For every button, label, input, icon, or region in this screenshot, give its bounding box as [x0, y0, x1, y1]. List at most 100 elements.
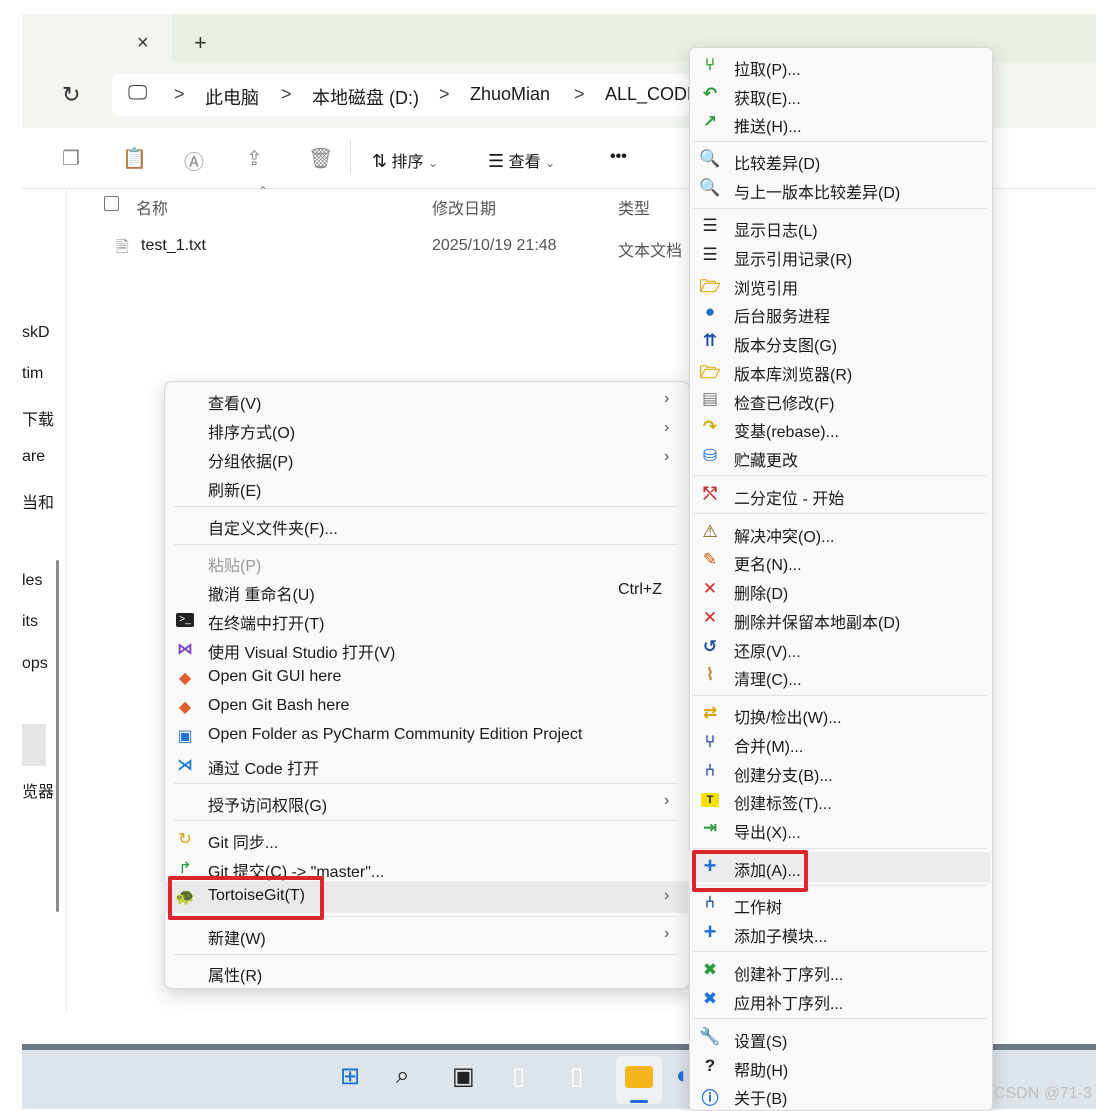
- close-tab-icon[interactable]: ×: [137, 32, 149, 55]
- menu-item-properties[interactable]: 属性(R): [164, 958, 688, 986]
- more-options-button[interactable]: •••: [610, 148, 627, 166]
- breadcrumb-local-disk[interactable]: 本地磁盘 (D:): [312, 84, 419, 110]
- submenu-item-cleanup[interactable]: ⌇ 清理(C)...: [689, 662, 991, 690]
- breadcrumb-zhuomian[interactable]: ZhuoMian: [470, 84, 550, 105]
- diff-previous-icon: 🔍: [699, 178, 721, 197]
- submenu-item-label: 设置(S): [734, 1034, 788, 1051]
- submenu-item-worktree[interactable]: ⑃ 工作树: [689, 890, 991, 918]
- submenu-item-add-submodule[interactable]: + 添加子模块...: [689, 919, 991, 947]
- sidebar-item[interactable]: ops: [22, 655, 48, 673]
- menu-item-open-terminal[interactable]: >_ 在终端中打开(T): [164, 606, 688, 634]
- copy-icon[interactable]: ❐: [62, 146, 80, 171]
- check-modifications-icon: ▤: [701, 389, 719, 408]
- rename-icon[interactable]: Ⓐ: [184, 146, 204, 175]
- sidebar-item[interactable]: les: [22, 572, 42, 590]
- submenu-item-browse-refs[interactable]: 🗁 浏览引用: [689, 271, 991, 299]
- menu-item-open-pycharm[interactable]: ▣ Open Folder as PyCharm Community Editi…: [164, 722, 688, 750]
- submenu-item-repo-browser[interactable]: 🗁 版本库浏览器(R): [689, 357, 991, 385]
- submenu-item-check-modifications[interactable]: ▤ 检查已修改(F): [689, 386, 991, 414]
- menu-item-group-by[interactable]: 分组依据(P) ›: [164, 444, 688, 472]
- delete-icon[interactable]: 🗑: [308, 146, 333, 171]
- submenu-item-revert[interactable]: ↺ 还原(V)...: [689, 634, 991, 662]
- menu-item-sort[interactable]: 排序方式(O) ›: [164, 415, 688, 443]
- submenu-item-settings[interactable]: 🔧 设置(S): [689, 1024, 991, 1052]
- sidebar-item[interactable]: its: [22, 613, 38, 631]
- chevron-right-icon: ›: [664, 390, 670, 407]
- submenu-item-show-log[interactable]: ☰ 显示日志(L): [689, 213, 991, 241]
- menu-item-grant-access[interactable]: 授予访问权限(G) ›: [164, 788, 688, 816]
- breadcrumb-all-code[interactable]: ALL_CODE: [605, 84, 699, 105]
- taskbar-active-app[interactable]: [616, 1056, 662, 1104]
- submenu-item-create-patch[interactable]: ✖ 创建补丁序列...: [689, 957, 991, 985]
- task-view-icon[interactable]: ▣: [452, 1062, 475, 1091]
- sidebar-item[interactable]: are: [22, 448, 45, 466]
- view-button[interactable]: ☰ 查看 ⌄: [488, 148, 555, 172]
- submenu-item-rename[interactable]: ✎ 更名(N)...: [689, 547, 991, 575]
- submenu-item-label: 显示引用记录(R): [734, 252, 853, 269]
- menu-item-view[interactable]: 查看(V) ›: [164, 386, 688, 414]
- submenu-item-label: 变基(rebase)...: [734, 424, 839, 441]
- refresh-icon[interactable]: ↻: [62, 82, 80, 108]
- menu-item-git-bash[interactable]: ◆ Open Git Bash here: [164, 693, 688, 721]
- select-all-checkbox[interactable]: [104, 196, 119, 211]
- share-icon[interactable]: ⇪: [246, 146, 263, 171]
- submenu-item-rebase[interactable]: ↷ 变基(rebase)...: [689, 414, 991, 442]
- menu-item-new[interactable]: 新建(W) ›: [164, 921, 688, 949]
- submenu-item-fetch[interactable]: ↶ 获取(E)...: [689, 81, 991, 109]
- menu-item-git-gui[interactable]: ◆ Open Git GUI here: [164, 664, 688, 692]
- sort-button[interactable]: ⇅ 排序 ⌄: [372, 148, 438, 172]
- sidebar-item[interactable]: 下载: [22, 406, 54, 430]
- submenu-item-apply-patch[interactable]: ✖ 应用补丁序列...: [689, 986, 991, 1014]
- submenu-item-stash[interactable]: ⛁ 贮藏更改: [689, 443, 991, 471]
- submenu-item-revision-graph[interactable]: ⇈ 版本分支图(G): [689, 328, 991, 356]
- column-header-date[interactable]: 修改日期: [432, 195, 496, 219]
- submenu-item-show-reflog[interactable]: ☰ 显示引用记录(R): [689, 242, 991, 270]
- submenu-item-delete-keep-local[interactable]: ✕ 删除并保留本地副本(D): [689, 605, 991, 633]
- search-icon[interactable]: ⌕: [396, 1062, 409, 1090]
- column-header-type[interactable]: 类型: [618, 195, 650, 219]
- sidebar-item[interactable]: skD: [22, 324, 50, 342]
- submenu-item-create-tag[interactable]: T 创建标签(T)...: [689, 786, 991, 814]
- submenu-item-push[interactable]: ↗ 推送(H)...: [689, 109, 991, 137]
- breadcrumb-this-pc[interactable]: 此电脑: [205, 84, 259, 110]
- pull-icon: ⑂: [704, 55, 716, 74]
- menu-item-git-sync[interactable]: ↻ Git 同步...: [164, 825, 688, 853]
- menu-item-refresh[interactable]: 刷新(E): [164, 473, 688, 501]
- windows-start-icon[interactable]: ⊞: [340, 1062, 360, 1091]
- document-icon[interactable]: ▯: [570, 1062, 583, 1091]
- paste-icon[interactable]: 📋: [122, 146, 147, 171]
- file-row[interactable]: 🗎 test_1.txt 2025/10/19 21:48 文本文档: [96, 226, 688, 266]
- submenu-item-merge[interactable]: ⑂ 合并(M)...: [689, 729, 991, 757]
- submenu-item-daemon[interactable]: ● 后台服务进程: [689, 299, 991, 327]
- document-icon[interactable]: ▯: [512, 1062, 525, 1091]
- sidebar-scrollbar[interactable]: [56, 560, 59, 912]
- submenu-item-help[interactable]: ? 帮助(H): [689, 1053, 991, 1081]
- sort-icon: ⇅: [372, 151, 388, 171]
- menu-item-open-code[interactable]: ⋊ 通过 Code 打开: [164, 751, 688, 779]
- submenu-item-pull[interactable]: ⑂ 拉取(P)...: [689, 52, 991, 80]
- submenu-item-diff[interactable]: 🔍 比较差异(D): [689, 146, 991, 174]
- menu-item-label: 分组依据(P): [208, 454, 294, 471]
- submenu-item-about[interactable]: ⓘ 关于(B): [689, 1081, 991, 1109]
- sidebar-item[interactable]: 当和: [22, 489, 54, 513]
- chevron-down-icon: ⌄: [428, 156, 439, 170]
- submenu-item-label: 版本分支图(G): [734, 338, 838, 355]
- sidebar-item[interactable]: tim: [22, 365, 43, 383]
- menu-item-customize-folder[interactable]: 自定义文件夹(F)...: [164, 511, 688, 539]
- submenu-item-create-branch[interactable]: ⑃ 创建分支(B)...: [689, 758, 991, 786]
- sidebar-item[interactable]: 览器: [22, 778, 54, 802]
- submenu-item-bisect[interactable]: ⤲ 二分定位 - 开始: [689, 481, 991, 509]
- column-header-name[interactable]: 名称: [136, 195, 168, 219]
- menu-item-undo-rename[interactable]: 撤消 重命名(U) Ctrl+Z: [164, 577, 688, 605]
- new-tab-button[interactable]: +: [194, 30, 207, 56]
- submenu-item-diff-previous[interactable]: 🔍 与上一版本比较差异(D): [689, 175, 991, 203]
- submenu-item-resolve[interactable]: ⚠ 解决冲突(O)...: [689, 519, 991, 547]
- menu-divider: [174, 783, 678, 784]
- breadcrumb-separator: >: [439, 84, 450, 104]
- menu-item-label: Open Folder as PyCharm Community Edition…: [208, 726, 583, 743]
- submenu-item-switch[interactable]: ⇄ 切换/检出(W)...: [689, 700, 991, 728]
- submenu-item-delete[interactable]: ✕ 删除(D): [689, 576, 991, 604]
- submenu-item-export[interactable]: ⇥ 导出(X)...: [689, 815, 991, 843]
- sidebar-selected-item[interactable]: [22, 724, 46, 766]
- menu-item-open-visual-studio[interactable]: ⋈ 使用 Visual Studio 打开(V): [164, 635, 688, 663]
